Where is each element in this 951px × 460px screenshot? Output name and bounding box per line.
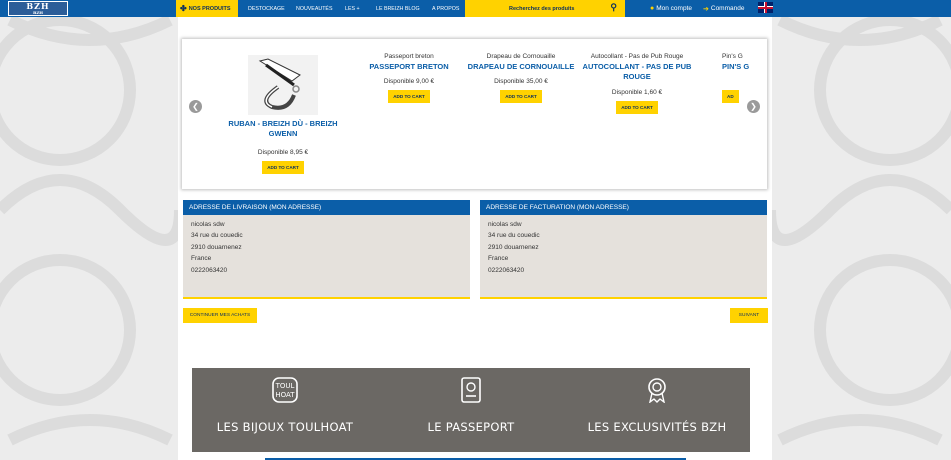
shipping-phone: 0222063420 (191, 266, 228, 274)
search-placeholder: Recherchez des produits (509, 5, 575, 12)
product-title[interactable]: PIN'S G (722, 62, 762, 72)
product-price: Disponible 9,00 € (383, 78, 435, 85)
nav-products-button[interactable]: ✤ NOS PRODUITS (176, 0, 238, 17)
product-subtitle: Pin's G (722, 53, 743, 60)
passport-icon (458, 377, 484, 403)
add-to-cart-button[interactable]: ADD TO CART (500, 90, 542, 103)
bzh-logo[interactable]: BZH BZH (8, 1, 68, 16)
nav-link-destockage[interactable]: DESTOCKAGE (248, 0, 285, 17)
category-label: LES EXCLUSIVITÉS BZH (587, 420, 727, 434)
carousel-product-partial[interactable]: Pin's G PIN'S G AD (722, 53, 762, 103)
billing-country: France (488, 255, 509, 263)
product-subtitle: Drapeau de Cornouaille (486, 53, 556, 60)
add-to-cart-button[interactable]: ADD TO CART (616, 101, 658, 114)
shipping-country: France (191, 255, 212, 263)
billing-phone: 0222063420 (488, 266, 525, 274)
carousel-product[interactable]: Autocollant - Pas de Pub Rouge AUTOCOLLA… (582, 53, 692, 114)
order-label: Commande (710, 5, 745, 12)
add-to-cart-button[interactable]: ADD TO CART (262, 161, 304, 174)
nav-link-les-plus[interactable]: LES + (345, 0, 360, 17)
order-link[interactable]: ➔ Commande (703, 0, 744, 17)
next-button[interactable]: SUIVANT (730, 308, 768, 323)
arrow-circle-icon: ➔ (703, 5, 709, 13)
account-label: Mon compte (656, 5, 693, 12)
search-icon[interactable]: ⚲ (610, 2, 617, 13)
product-title[interactable]: DRAPEAU DE CORNOUAILLE (466, 62, 576, 72)
category-tile-toulhoat[interactable]: TOUL HOAT LES BIJOUX TOULHOAT (192, 368, 378, 452)
search-input[interactable]: Recherchez des produits ⚲ (465, 0, 625, 17)
continue-shopping-button[interactable]: CONTINUER MES ACHATS (183, 308, 257, 323)
category-tile-passport[interactable]: LE PASSEPORT (378, 368, 564, 452)
carousel-prev-icon[interactable]: ❮ (189, 100, 202, 113)
product-subtitle: Passeport breton (384, 53, 434, 60)
svg-text:TOUL: TOUL (275, 382, 295, 390)
user-icon: ● (650, 5, 655, 12)
lanyard-product-image[interactable] (248, 55, 318, 115)
carousel-product[interactable]: RUBAN - BREIZH DÙ - BREIZH GWENN Disponi… (228, 55, 338, 174)
toulhoat-logo-icon: TOUL HOAT (272, 377, 298, 403)
billing-street: 34 rue du couedic (488, 232, 540, 240)
product-title[interactable]: PASSEPORT BRETON (354, 62, 464, 72)
shipping-address-panel: ADRESSE DE LIVRAISON (MON ADRESSE) nicol… (183, 200, 470, 299)
product-price: Disponible 1,60 € (611, 89, 663, 96)
product-price: Disponible 8,95 € (257, 149, 309, 156)
carousel-product[interactable]: Drapeau de Cornouaille DRAPEAU DE CORNOU… (466, 53, 576, 103)
top-navigation-bar: BZH BZH ✤ NOS PRODUITS DESTOCKAGE NOUVEA… (0, 0, 951, 17)
product-price: Disponible 35,00 € (494, 78, 548, 85)
main-content: ❮ ❯ RUBAN - BREIZH DÙ - BREIZH GWENN Dis… (178, 17, 772, 460)
shipping-street: 34 rue du couedic (191, 232, 243, 240)
carousel-product[interactable]: Passeport breton PASSEPORT BRETON Dispon… (354, 53, 464, 103)
uk-flag-icon[interactable] (758, 2, 773, 13)
award-ribbon-icon (644, 377, 670, 404)
category-label: LES BIJOUX TOULHOAT (216, 420, 354, 434)
billing-city: 2910 douarnenez (488, 243, 539, 251)
billing-address-title: ADRESSE DE FACTURATION (MON ADRESSE) (480, 200, 767, 215)
category-label: LE PASSEPORT (427, 420, 515, 434)
shipping-address-title: ADRESSE DE LIVRAISON (MON ADRESSE) (183, 200, 470, 215)
nav-link-nouveautes[interactable]: NOUVEAUTÉS (296, 0, 333, 17)
logo-subtext: BZH (32, 10, 44, 15)
triskel-icon: ✤ (180, 4, 187, 13)
product-title[interactable]: AUTOCOLLANT - PAS DE PUB ROUGE (582, 62, 692, 82)
category-tile-exclusivites[interactable]: LES EXCLUSIVITÉS BZH (564, 368, 750, 452)
billing-name: nicolas sdw (488, 221, 522, 228)
nav-link-a-propos[interactable]: A PROPOS (432, 0, 459, 17)
product-subtitle: Autocollant - Pas de Pub Rouge (590, 53, 684, 60)
billing-address-panel: ADRESSE DE FACTURATION (MON ADRESSE) nic… (480, 200, 767, 299)
add-to-cart-button[interactable]: ADD TO CART (388, 90, 430, 103)
svg-text:HOAT: HOAT (275, 391, 295, 399)
add-to-cart-button[interactable]: AD (722, 90, 739, 103)
product-carousel: ❮ ❯ RUBAN - BREIZH DÙ - BREIZH GWENN Dis… (182, 39, 767, 189)
product-title[interactable]: RUBAN - BREIZH DÙ - BREIZH GWENN (228, 119, 338, 139)
shipping-city: 2910 douarnenez (191, 243, 242, 251)
nav-products-label: NOS PRODUITS (188, 5, 231, 12)
shipping-name: nicolas sdw (191, 221, 225, 228)
nav-link-breizh-blog[interactable]: LE BREIZH BLOG (376, 0, 420, 17)
account-link[interactable]: ● Mon compte (650, 0, 692, 17)
